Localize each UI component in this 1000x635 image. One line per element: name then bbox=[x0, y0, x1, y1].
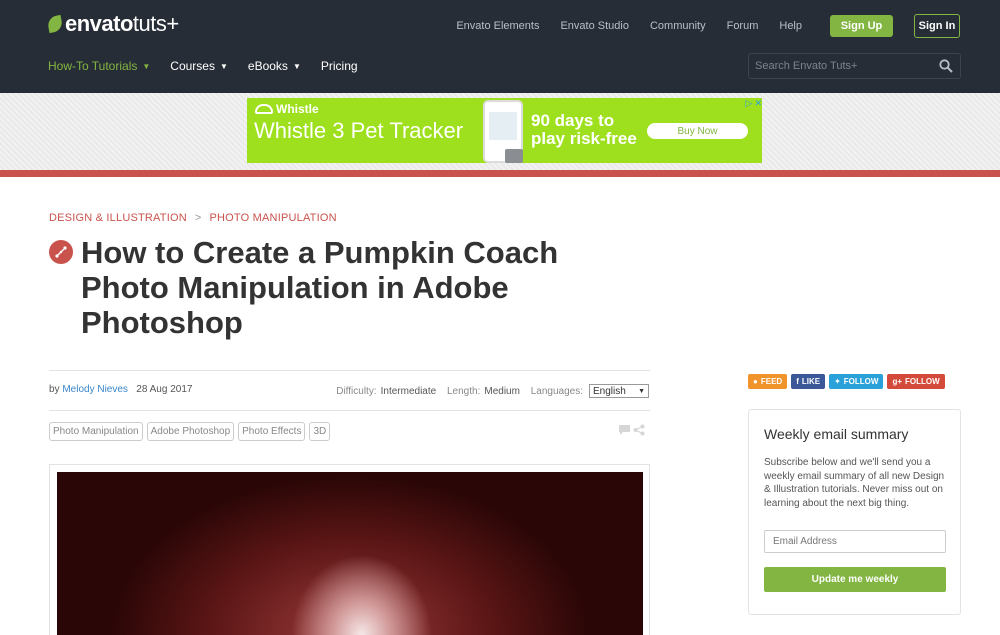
search-box bbox=[748, 53, 961, 79]
meta-divider-top bbox=[49, 370, 650, 371]
feed-label: FEED bbox=[760, 377, 783, 386]
ad-offer: 90 days to play risk-free bbox=[531, 112, 637, 148]
ad-brand: Whistle bbox=[255, 102, 319, 116]
author-link[interactable]: Melody Nieves bbox=[62, 384, 128, 395]
meta-divider-bottom bbox=[49, 410, 650, 411]
breadcrumb: DESIGN & ILLUSTRATION > PHOTO MANIPULATI… bbox=[49, 212, 337, 224]
twitter-follow-button[interactable]: ✦ FOLLOW bbox=[829, 374, 884, 389]
languages-label: Languages: bbox=[530, 385, 583, 397]
top-link-envato-studio[interactable]: Envato Studio bbox=[560, 19, 629, 33]
tag-photo-manipulation[interactable]: Photo Manipulation bbox=[49, 422, 143, 441]
byline-prefix: by bbox=[49, 384, 60, 395]
follow-label: FOLLOW bbox=[843, 377, 879, 386]
top-link-envato-elements[interactable]: Envato Elements bbox=[456, 19, 539, 33]
weekly-email-widget: Weekly email summary Subscribe below and… bbox=[748, 409, 961, 615]
difficulty-value: Intermediate bbox=[380, 385, 437, 397]
main-nav: How-To Tutorials ▼ Courses ▼ eBooks ▼ Pr… bbox=[48, 59, 358, 73]
nav-label: eBooks bbox=[247, 59, 288, 73]
twitter-icon: ✦ bbox=[834, 377, 841, 386]
rss-icon: ● bbox=[753, 377, 758, 386]
facebook-like-button[interactable]: f LIKE bbox=[791, 374, 826, 389]
ad-buy-now-button[interactable]: Buy Now bbox=[647, 123, 748, 139]
length-label: Length: bbox=[446, 385, 481, 397]
top-links: Envato Elements Envato Studio Community … bbox=[456, 19, 802, 33]
nav-ebooks[interactable]: eBooks ▼ bbox=[248, 59, 301, 73]
breadcrumb-separator: > bbox=[194, 212, 202, 224]
ad-offer-line-1: 90 days to bbox=[531, 111, 615, 130]
hero-image bbox=[57, 472, 643, 635]
tag-list: Photo Manipulation Adobe Photoshop Photo… bbox=[49, 422, 331, 441]
language-value: English bbox=[593, 385, 626, 397]
nav-pricing[interactable]: Pricing bbox=[321, 59, 358, 73]
logo-brand-text: envato bbox=[65, 11, 133, 36]
newsletter-title: Weekly email summary bbox=[764, 426, 909, 442]
ad-choices-icon[interactable]: ▷ bbox=[746, 98, 753, 109]
pen-tool-icon bbox=[49, 240, 73, 264]
byline: by Melody Nieves 28 Aug 2017 bbox=[49, 384, 192, 395]
nav-how-to-tutorials[interactable]: How-To Tutorials ▼ bbox=[48, 59, 150, 73]
ad-offer-line-2: play risk-free bbox=[531, 129, 637, 148]
site-header: envato tuts+ Envato Elements Envato Stud… bbox=[0, 0, 1000, 93]
chevron-down-icon: ▼ bbox=[638, 387, 645, 395]
envato-tuts-logo[interactable]: envato tuts+ bbox=[46, 11, 179, 36]
share-tools bbox=[618, 424, 645, 436]
difficulty-label: Difficulty: bbox=[336, 385, 377, 397]
publish-date: 28 Aug 2017 bbox=[136, 384, 193, 395]
update-me-weekly-button[interactable]: Update me weekly bbox=[764, 567, 946, 592]
top-link-community[interactable]: Community bbox=[650, 19, 706, 33]
ad-close-icon[interactable]: ✕ bbox=[754, 98, 762, 109]
phone-image bbox=[483, 100, 523, 163]
follow-label: FOLLOW bbox=[905, 377, 940, 386]
search-icon[interactable] bbox=[939, 59, 953, 73]
sign-in-button[interactable]: Sign In bbox=[914, 14, 960, 38]
social-follow-buttons: ● FEED f LIKE ✦ FOLLOW g+ FOLLOW bbox=[748, 374, 945, 389]
ad-brand-text: Whistle bbox=[276, 102, 319, 116]
google-plus-icon: g+ bbox=[892, 377, 903, 386]
newsletter-description: Subscribe below and we'll send you a wee… bbox=[764, 457, 945, 509]
breadcrumb-design-illustration[interactable]: DESIGN & ILLUSTRATION bbox=[49, 212, 187, 224]
chevron-down-icon: ▼ bbox=[142, 61, 151, 71]
share-icon[interactable] bbox=[633, 424, 645, 436]
ad-title: Whistle 3 Pet Tracker bbox=[254, 118, 464, 143]
tutorial-facts: Difficulty: Intermediate Length: Medium … bbox=[336, 384, 649, 398]
facebook-icon: f bbox=[796, 377, 799, 386]
tag-3d[interactable]: 3D bbox=[309, 422, 331, 441]
email-field[interactable] bbox=[764, 530, 946, 553]
nav-label: Courses bbox=[170, 59, 215, 73]
category-color-bar bbox=[0, 170, 1000, 177]
like-label: LIKE bbox=[801, 377, 821, 386]
chevron-down-icon: ▼ bbox=[292, 61, 301, 71]
breadcrumb-photo-manipulation[interactable]: PHOTO MANIPULATION bbox=[209, 212, 336, 224]
nav-label: Pricing bbox=[320, 59, 358, 73]
chevron-down-icon: ▼ bbox=[219, 61, 228, 71]
logo-suffix-text: tuts+ bbox=[132, 11, 179, 36]
nav-courses[interactable]: Courses ▼ bbox=[170, 59, 228, 73]
nav-label: How-To Tutorials bbox=[48, 59, 138, 73]
sign-up-button[interactable]: Sign Up bbox=[830, 15, 893, 37]
tag-adobe-photoshop[interactable]: Adobe Photoshop bbox=[146, 422, 235, 441]
feed-button[interactable]: ● FEED bbox=[748, 374, 788, 389]
length-value: Medium bbox=[484, 385, 520, 397]
language-select[interactable]: English ▼ bbox=[589, 384, 649, 398]
banner-ad[interactable]: Whistle Whistle 3 Pet Tracker 90 days to… bbox=[247, 98, 762, 163]
search-input[interactable] bbox=[749, 54, 929, 78]
envato-leaf-icon bbox=[46, 14, 64, 34]
google-plus-follow-button[interactable]: g+ FOLLOW bbox=[887, 374, 945, 389]
ad-choices[interactable]: ▷ ✕ bbox=[746, 98, 762, 109]
article-title: How to Create a Pumpkin Coach Photo Mani… bbox=[81, 235, 559, 340]
whistle-logo-icon bbox=[255, 104, 273, 114]
top-link-forum[interactable]: Forum bbox=[727, 19, 759, 33]
comment-icon[interactable] bbox=[618, 424, 631, 436]
tag-photo-effects[interactable]: Photo Effects bbox=[238, 422, 306, 441]
top-link-help[interactable]: Help bbox=[779, 19, 802, 33]
